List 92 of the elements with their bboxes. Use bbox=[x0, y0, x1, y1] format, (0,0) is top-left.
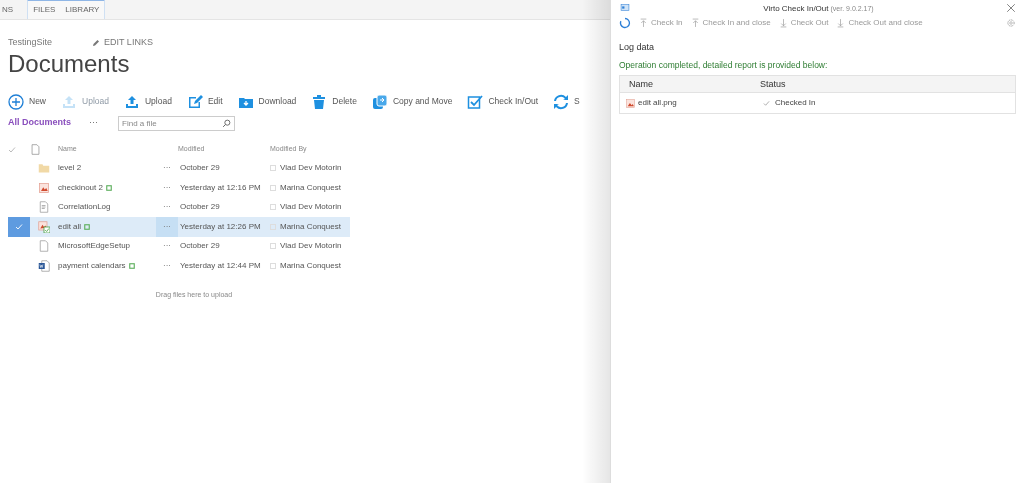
text-file-icon bbox=[38, 201, 50, 214]
column-header: Status bbox=[760, 77, 787, 91]
file-row[interactable]: MicrosoftEdgeSetup ··· October 29 Vlad Dev Motorin bbox=[8, 236, 350, 256]
window-icon bbox=[619, 3, 631, 12]
arrow-up-icon bbox=[690, 18, 700, 28]
trash-icon bbox=[311, 93, 328, 110]
table-cell: Vlad Dev Motorin bbox=[280, 162, 342, 175]
presence-icon bbox=[270, 184, 276, 191]
table-cell: Marina Conquest bbox=[280, 220, 341, 233]
status-message: Operation completed, detailed report is provided below: bbox=[619, 58, 829, 72]
arrow-down-icon bbox=[778, 18, 788, 28]
edit-icon bbox=[186, 93, 203, 110]
file-icon bbox=[38, 240, 50, 253]
image-file-icon bbox=[626, 98, 635, 108]
table-cell: edit all.png bbox=[638, 97, 677, 110]
table-cell: Marina Conquest bbox=[280, 259, 341, 272]
new-badge-icon bbox=[128, 262, 135, 269]
row-select-checkbox[interactable] bbox=[8, 217, 30, 237]
check-icon bbox=[763, 99, 770, 107]
ribbon-tab[interactable]: NS bbox=[0, 1, 16, 19]
table-cell: Vlad Dev Motorin bbox=[280, 201, 342, 214]
new-badge-icon bbox=[84, 223, 91, 230]
toolbar-button[interactable]: S bbox=[553, 93, 580, 110]
site-link[interactable]: TestingSite bbox=[8, 36, 53, 50]
table-cell-text: October 29 bbox=[179, 162, 221, 175]
file-link[interactable]: MicrosoftEdgeSetup bbox=[58, 240, 131, 253]
more-button[interactable]: ··· bbox=[156, 178, 178, 198]
table-cell-text: October 29 bbox=[179, 201, 221, 214]
copy-icon bbox=[371, 93, 388, 110]
toolbar-button[interactable]: Check In/Out bbox=[467, 93, 539, 110]
section-heading: Log data bbox=[619, 41, 656, 54]
view-link[interactable]: All Documents bbox=[8, 116, 71, 130]
toolbar-button[interactable]: Download bbox=[237, 93, 297, 110]
sync-icon bbox=[553, 93, 570, 110]
upload-icon bbox=[123, 93, 140, 110]
presence-icon bbox=[270, 204, 276, 211]
page-title: Documents bbox=[7, 49, 131, 78]
close-icon[interactable] bbox=[1006, 3, 1016, 13]
ribbon-tab[interactable]: LIBRARY bbox=[60, 1, 105, 19]
file-row[interactable]: edit all ··· Yesterday at 12:26 PM Marina Conquest bbox=[8, 217, 350, 237]
file-row[interactable]: CorrelationLog ··· October 29 Vlad Dev Motorin bbox=[8, 197, 350, 217]
search-icon bbox=[222, 118, 231, 128]
toolbar-button[interactable]: New bbox=[8, 93, 46, 110]
file-link[interactable]: payment calendars bbox=[58, 259, 126, 272]
more-button[interactable]: ··· bbox=[156, 158, 178, 178]
arrow-up-icon bbox=[639, 18, 648, 28]
plus-circle-icon bbox=[8, 93, 24, 110]
presence-icon bbox=[270, 165, 276, 172]
arrow-down-icon bbox=[836, 18, 846, 28]
toolbar-button[interactable]: Edit bbox=[186, 93, 223, 110]
search-field[interactable]: Find a file bbox=[118, 115, 235, 131]
toolbar-button[interactable]: Copy and Move bbox=[371, 93, 453, 110]
toolbar-button[interactable]: Delete bbox=[311, 93, 357, 110]
check-icon bbox=[15, 222, 23, 231]
file-row[interactable]: level 2 ··· October 29 Vlad Dev Motorin bbox=[8, 158, 350, 178]
checkbox-icon bbox=[467, 93, 484, 110]
pencil-icon bbox=[92, 38, 101, 47]
file-link[interactable]: checkinout 2 bbox=[58, 181, 103, 194]
presence-icon bbox=[270, 262, 276, 269]
file-row[interactable]: payment calendars ··· Yesterday at 12:44 PM Marina Conquest bbox=[8, 256, 350, 276]
file-row[interactable]: checkinout 2 ··· Yesterday at 12:16 PM Marina Conquest bbox=[8, 178, 350, 198]
column-header: Name bbox=[629, 77, 654, 91]
file-link[interactable]: level 2 bbox=[58, 162, 82, 175]
table-cell-text: Yesterday at 12:44 PM bbox=[179, 259, 262, 272]
presence-icon bbox=[270, 243, 276, 250]
table-cell-text: October 29 bbox=[179, 240, 221, 253]
table-cell-text: Yesterday at 12:16 PM bbox=[179, 181, 262, 194]
check-icon bbox=[8, 145, 16, 154]
word-file-icon bbox=[38, 259, 50, 272]
more-button[interactable]: ··· bbox=[156, 256, 178, 276]
table-cell-text: Yesterday at 12:26 PM bbox=[179, 220, 262, 233]
new-badge-icon bbox=[105, 184, 112, 191]
table-cell: Marina Conquest bbox=[280, 181, 341, 194]
toolbar-button[interactable]: Upload bbox=[123, 93, 172, 110]
ribbon-tab[interactable]: FILES bbox=[28, 1, 61, 19]
table-cell: Vlad Dev Motorin bbox=[280, 240, 342, 253]
more-button[interactable]: ··· bbox=[156, 197, 178, 217]
file-icon bbox=[30, 144, 41, 155]
presence-icon bbox=[270, 223, 276, 230]
more-button[interactable]: ··· bbox=[156, 217, 178, 237]
folder-icon bbox=[38, 162, 50, 175]
refresh-icon[interactable] bbox=[619, 17, 631, 29]
panel-title: Virto Check In/Out bbox=[763, 3, 829, 15]
image-file-icon bbox=[38, 181, 50, 194]
more-button[interactable]: ··· bbox=[89, 116, 98, 130]
image-checked-out-icon bbox=[38, 220, 50, 233]
upload-icon bbox=[61, 93, 77, 110]
file-link[interactable]: edit all bbox=[58, 220, 82, 233]
table-cell: Checked In bbox=[775, 97, 816, 110]
edit-links-link[interactable]: EDIT LINKS bbox=[92, 36, 153, 50]
file-link[interactable]: CorrelationLog bbox=[58, 201, 111, 214]
more-button[interactable]: ··· bbox=[156, 236, 178, 256]
